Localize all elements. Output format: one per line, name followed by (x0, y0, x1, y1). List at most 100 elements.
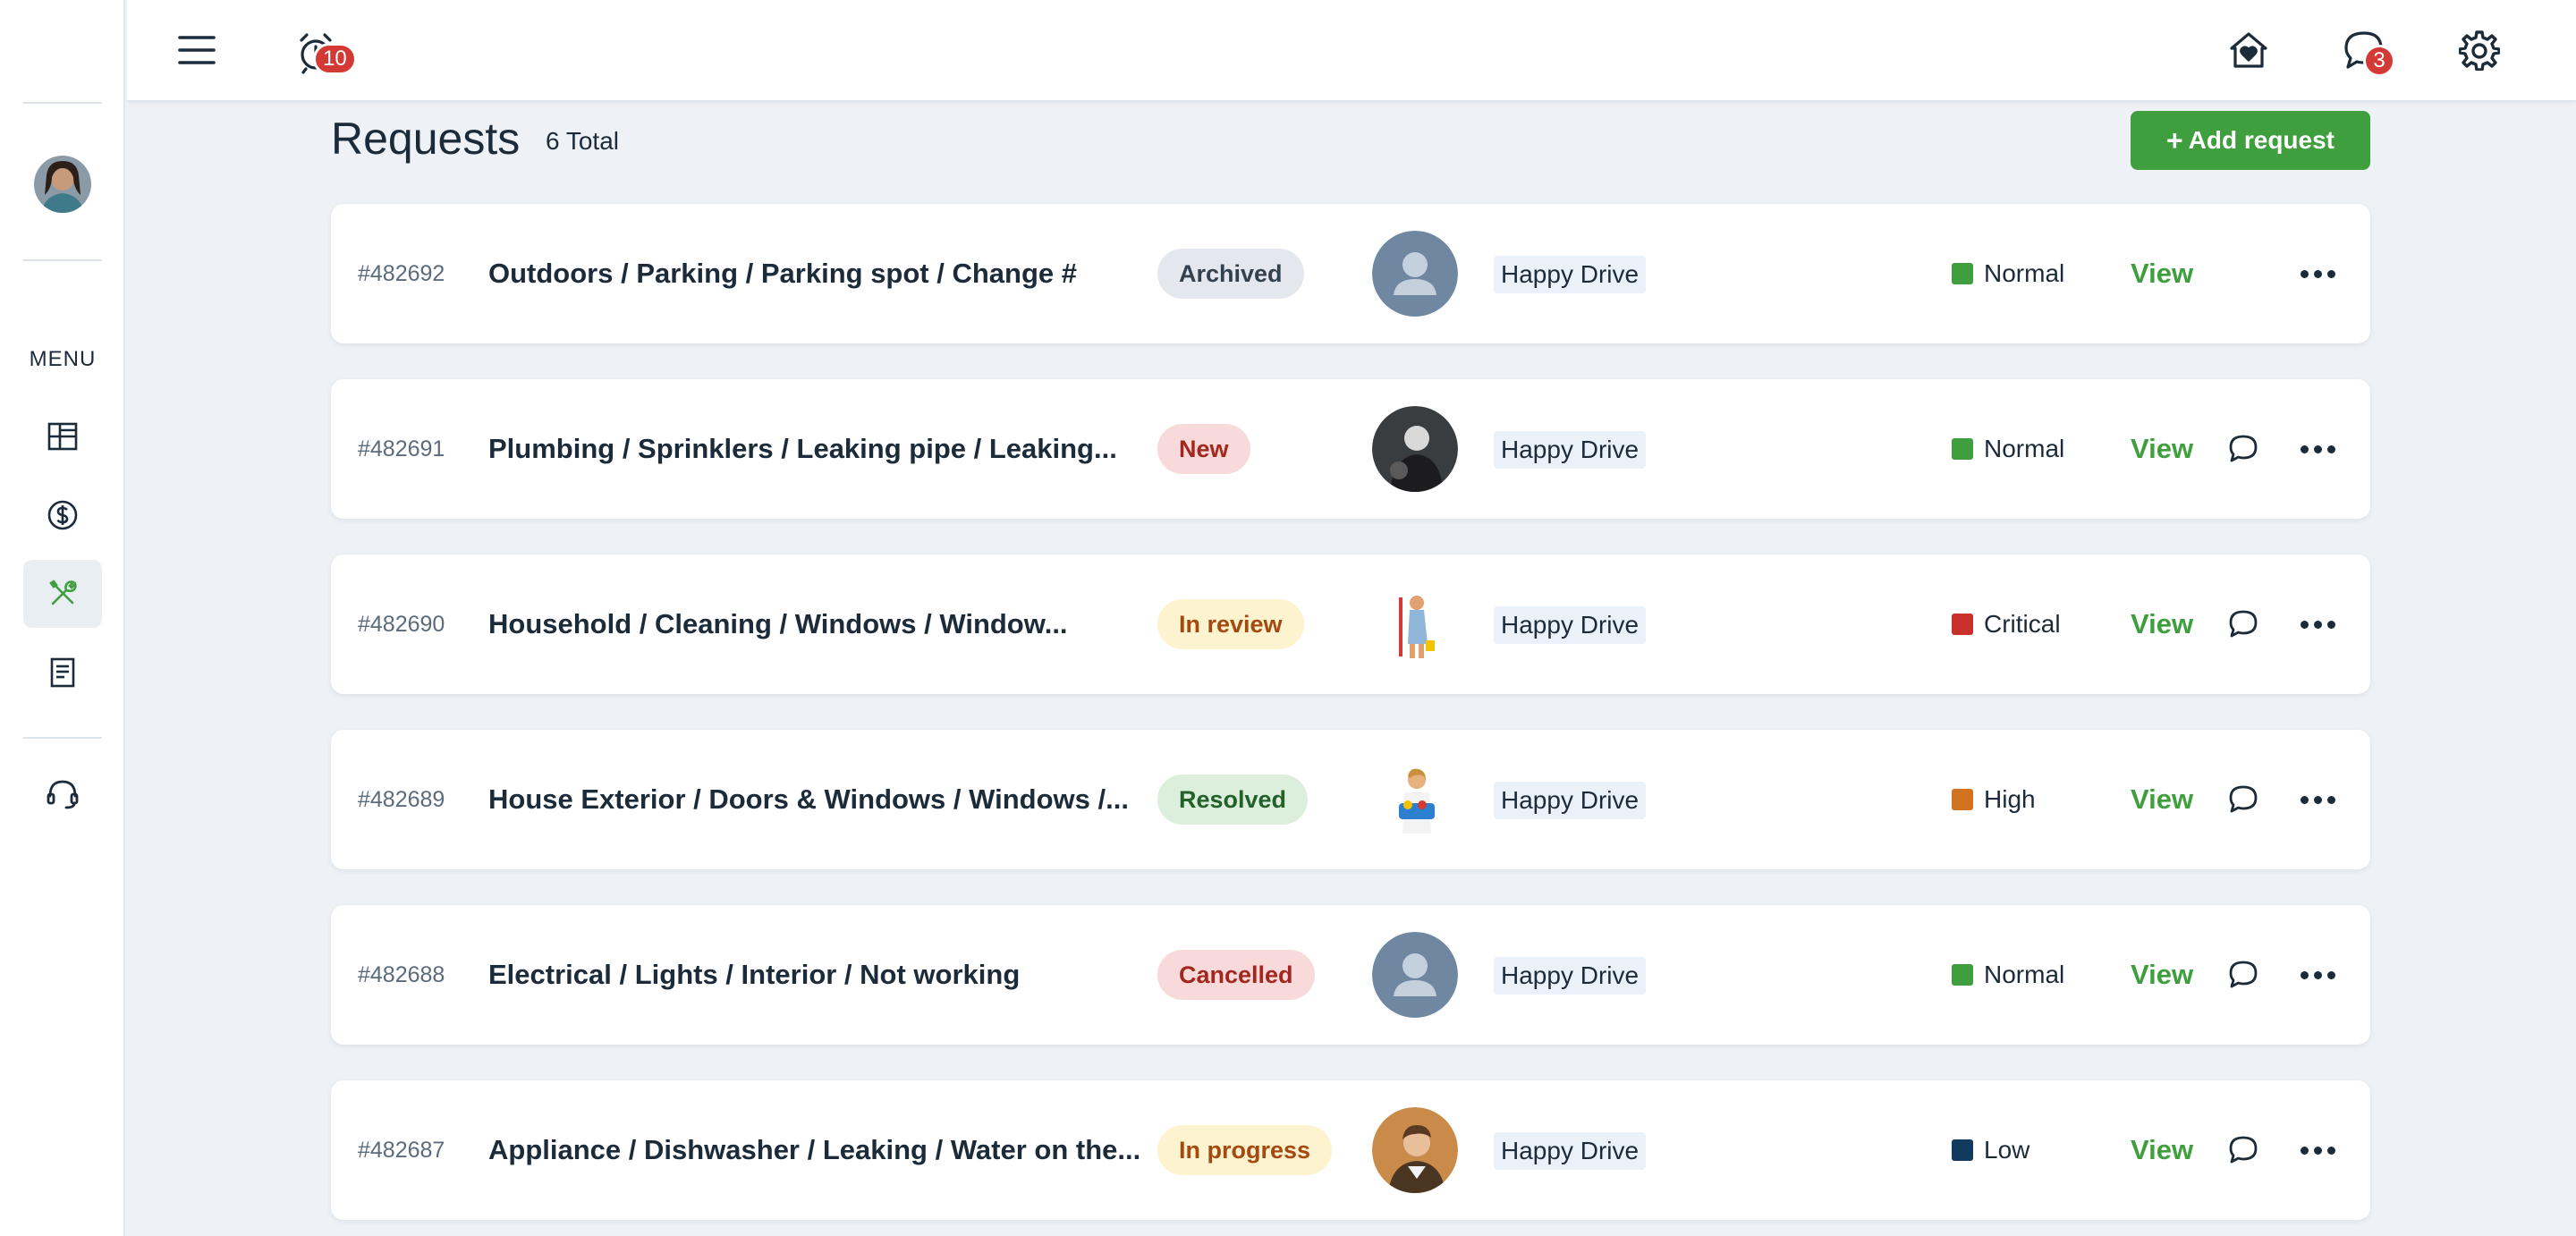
user-avatar[interactable] (34, 156, 91, 213)
sidebar-divider (23, 259, 102, 261)
more-options-button[interactable] (2295, 1132, 2340, 1168)
priority-square-icon (1952, 789, 1973, 810)
view-link[interactable]: View (2131, 204, 2193, 343)
assignee-avatar[interactable] (1372, 757, 1458, 842)
chat-bubble-icon (2229, 610, 2258, 638)
settings-button[interactable] (2451, 21, 2508, 79)
status-badge: New (1157, 424, 1250, 474)
alarm-badge: 10 (313, 43, 357, 75)
assignee-avatar[interactable] (1372, 406, 1458, 492)
request-card[interactable]: #482689 House Exterior / Doors & Windows… (331, 730, 2370, 869)
request-card[interactable]: #482691 Plumbing / Sprinklers / Leaking … (331, 379, 2370, 519)
property-tag[interactable]: Happy Drive (1494, 1132, 1647, 1170)
property-tag[interactable]: Happy Drive (1494, 957, 1647, 995)
dot (2326, 269, 2335, 278)
priority-indicator: Normal (1952, 905, 2064, 1045)
assignee-avatar[interactable] (1372, 581, 1458, 667)
request-card[interactable]: #482687 Appliance / Dishwasher / Leaking… (331, 1080, 2370, 1220)
dot (2313, 795, 2322, 804)
add-request-label: Add request (2188, 126, 2335, 154)
top-bar: 10 3 (127, 0, 2576, 102)
hamburger-menu-button[interactable] (172, 25, 222, 75)
request-card[interactable]: #482688 Electrical / Lights / Interior /… (331, 905, 2370, 1045)
priority-square-icon (1952, 1139, 1973, 1161)
sidebar: MENU (0, 0, 125, 1236)
messages-button[interactable]: 3 (2333, 20, 2395, 82)
chat-button[interactable] (2225, 431, 2261, 467)
property-tag[interactable]: Happy Drive (1494, 431, 1647, 469)
request-title[interactable]: Electrical / Lights / Interior / Not wor… (488, 905, 1114, 1045)
chat-button[interactable] (2225, 606, 2261, 642)
dot (2300, 444, 2309, 453)
property-tag[interactable]: Happy Drive (1494, 782, 1647, 819)
priority-label: Normal (1984, 259, 2065, 287)
dollar-circle-icon (47, 500, 78, 530)
headset-icon (47, 780, 79, 809)
property-tag[interactable]: Happy Drive (1494, 256, 1647, 293)
add-request-button[interactable]: + Add request (2131, 111, 2370, 170)
property-tag[interactable]: Happy Drive (1494, 606, 1647, 644)
chat-button[interactable] (2225, 782, 2261, 817)
more-options-button[interactable] (2295, 957, 2340, 993)
more-options-button[interactable] (2295, 606, 2340, 642)
request-card[interactable]: #482692 Outdoors / Parking / Parking spo… (331, 204, 2370, 343)
request-id: #482687 (358, 1137, 445, 1163)
dot (2326, 620, 2335, 629)
dot (2300, 269, 2309, 278)
hamburger-icon (178, 36, 216, 64)
priority-label: Normal (1984, 435, 2065, 462)
home-button[interactable] (2220, 21, 2277, 79)
sidebar-item-payments[interactable] (23, 481, 102, 549)
assignee-avatar[interactable] (1372, 932, 1458, 1018)
menu-label: MENU (29, 347, 97, 371)
dot (2313, 970, 2322, 979)
plus-icon: + (2165, 124, 2183, 157)
status-badge: Cancelled (1157, 950, 1315, 1000)
status-badge: In review (1157, 599, 1304, 649)
dot (2300, 795, 2309, 804)
dot (2313, 444, 2322, 453)
view-link[interactable]: View (2131, 555, 2193, 694)
priority-indicator: Normal (1952, 379, 2064, 519)
request-id: #482692 (358, 260, 445, 286)
sidebar-item-maintenance[interactable] (23, 560, 102, 628)
priority-square-icon (1952, 438, 1973, 460)
request-title[interactable]: House Exterior / Doors & Windows / Windo… (488, 730, 1129, 869)
view-link[interactable]: View (2131, 1080, 2193, 1220)
dot (2300, 1146, 2309, 1155)
request-title[interactable]: Plumbing / Sprinklers / Leaking pipe / L… (488, 379, 1117, 519)
chat-button[interactable] (2225, 957, 2261, 993)
request-card[interactable]: #482690 Household / Cleaning / Windows /… (331, 555, 2370, 694)
home-heart-icon (2230, 32, 2267, 68)
view-link[interactable]: View (2131, 379, 2193, 519)
tools-icon (49, 580, 77, 605)
request-title[interactable]: Appliance / Dishwasher / Leaking / Water… (488, 1080, 1140, 1220)
assignee-avatar[interactable] (1372, 1107, 1458, 1193)
more-options-button[interactable] (2295, 256, 2340, 292)
priority-square-icon (1952, 964, 1973, 986)
dashboard-icon (47, 422, 78, 451)
dot (2326, 795, 2335, 804)
more-options-button[interactable] (2295, 782, 2340, 817)
document-icon (50, 657, 75, 688)
request-id: #482689 (358, 786, 445, 812)
request-title[interactable]: Household / Cleaning / Windows / Window.… (488, 555, 1114, 694)
view-link[interactable]: View (2131, 905, 2193, 1045)
more-options-button[interactable] (2295, 431, 2340, 467)
gear-icon (2459, 30, 2500, 71)
sidebar-item-dashboard[interactable] (23, 402, 102, 470)
dot (2300, 970, 2309, 979)
assignee-avatar[interactable] (1372, 231, 1458, 317)
dot (2326, 444, 2335, 453)
alarm-button[interactable]: 10 (286, 21, 357, 84)
chat-button[interactable] (2225, 1132, 2261, 1168)
priority-label: Normal (1984, 961, 2065, 988)
sidebar-item-support[interactable] (23, 760, 102, 828)
priority-label: Low (1984, 1136, 2030, 1164)
chat-bubble-icon (2229, 961, 2258, 988)
sidebar-item-documents[interactable] (23, 639, 102, 707)
sidebar-divider (23, 102, 102, 104)
priority-label: Critical (1984, 610, 2061, 638)
request-title[interactable]: Outdoors / Parking / Parking spot / Chan… (488, 204, 1114, 343)
view-link[interactable]: View (2131, 730, 2193, 869)
